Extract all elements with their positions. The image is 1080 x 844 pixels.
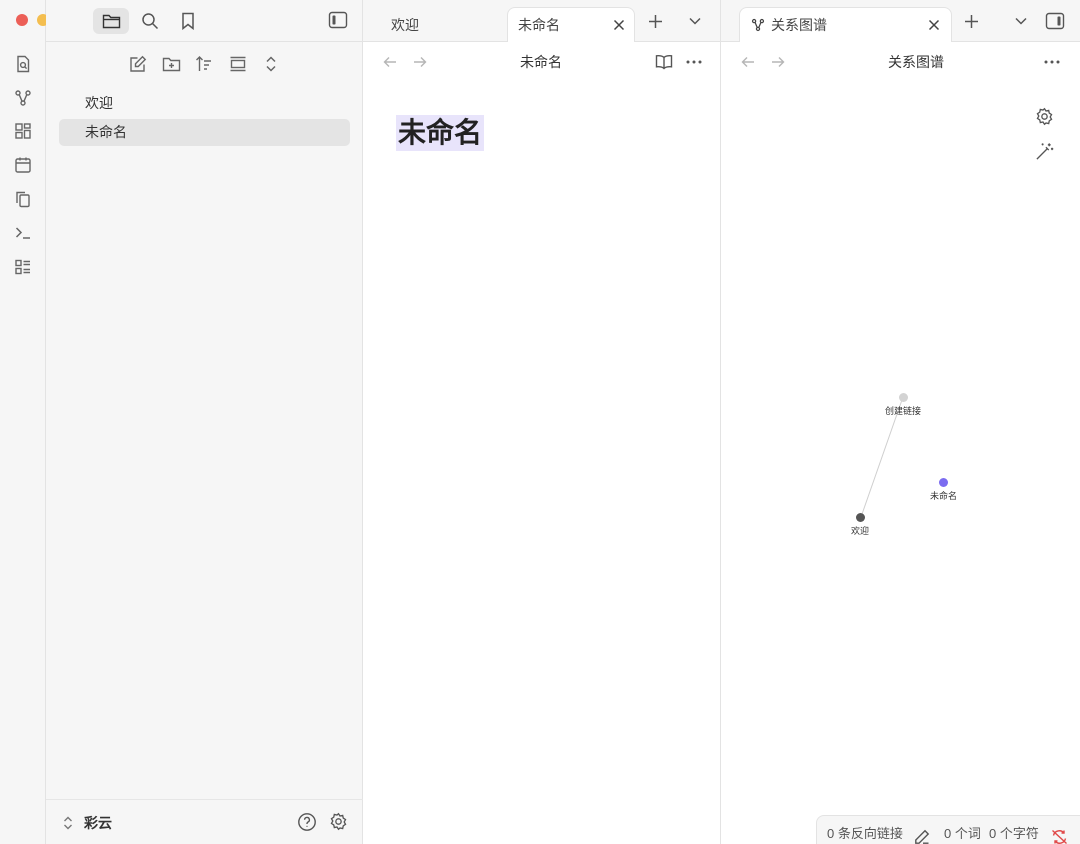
reading-view-button[interactable] — [653, 51, 675, 73]
collapse-button[interactable] — [227, 53, 249, 75]
new-note-button[interactable] — [127, 53, 149, 75]
graph-node-label: 欢迎 — [851, 526, 870, 536]
folder-icon — [102, 13, 121, 30]
graph-node-label: 创建链接 — [885, 406, 922, 416]
tab-list-button[interactable] — [1010, 10, 1032, 32]
plus-icon — [648, 14, 663, 29]
new-tab-button[interactable] — [644, 10, 666, 32]
vault-name: 彩云 — [84, 815, 112, 831]
graph-view-icon — [740, 18, 771, 32]
search-tab-button[interactable] — [132, 8, 168, 34]
file-item-label: 未命名 — [85, 124, 127, 140]
word-count: 0 个词 — [944, 826, 981, 841]
char-count: 0 个字符 — [989, 826, 1039, 841]
sidebar-toggle-icon — [328, 11, 348, 29]
file-item-welcome[interactable]: 欢迎 — [59, 90, 350, 117]
ribbon — [0, 0, 70, 844]
help-icon — [297, 812, 317, 832]
graph-tab-strip: 关系图谱 — [721, 0, 1080, 42]
app-window: 欢迎 未命名 彩云 欢迎 未命名 未命名 未命名 关系图谱 关系图谱 创建链接 … — [0, 0, 1080, 844]
close-icon — [613, 19, 625, 31]
arrow-left-icon — [383, 56, 397, 68]
close-icon — [928, 19, 940, 31]
help-button[interactable] — [297, 812, 317, 832]
tab-untitled[interactable]: 未命名 — [507, 7, 635, 42]
chevron-down-icon — [1014, 16, 1028, 26]
graph-node-label: 未命名 — [930, 491, 958, 501]
book-open-icon — [655, 54, 673, 70]
canvas-icon[interactable] — [12, 120, 34, 142]
close-tab-button[interactable] — [610, 16, 628, 34]
close-window-button[interactable] — [16, 14, 28, 26]
more-options-button[interactable] — [683, 51, 705, 73]
close-tab-button[interactable] — [925, 16, 943, 34]
sidebar-divider — [46, 41, 363, 42]
bookmark-icon — [181, 12, 195, 30]
outline-icon[interactable] — [12, 256, 34, 278]
tab-graph[interactable]: 关系图谱 — [739, 7, 952, 42]
vault-switcher[interactable]: 彩云 — [62, 813, 112, 833]
search-icon — [141, 12, 159, 30]
collapse-icon — [229, 55, 247, 73]
new-folder-icon — [162, 56, 181, 73]
back-button[interactable] — [380, 52, 400, 72]
gear-icon — [329, 812, 348, 831]
expand-collapse-icon — [262, 55, 280, 73]
right-sidebar-toggle-icon — [1045, 12, 1065, 30]
sync-off-icon — [1051, 829, 1068, 844]
more-horizontal-icon — [686, 60, 702, 64]
graph-view-icon[interactable] — [12, 87, 34, 109]
toggle-sidebar-button[interactable] — [328, 11, 348, 29]
new-tab-button[interactable] — [960, 10, 982, 32]
expand-collapse-button[interactable] — [260, 53, 282, 75]
document-heading[interactable]: 未命名 — [396, 115, 485, 151]
graph-node-welcome[interactable] — [856, 513, 865, 522]
sort-icon — [195, 55, 213, 73]
plus-icon — [964, 14, 979, 29]
file-explorer: 欢迎 未命名 彩云 — [46, 0, 363, 844]
files-tab-button[interactable] — [93, 8, 129, 34]
graph-canvas[interactable] — [721, 42, 1080, 802]
tab-welcome[interactable]: 欢迎 — [377, 7, 507, 42]
tab-label: 关系图谱 — [771, 17, 827, 33]
file-item-label: 欢迎 — [85, 95, 113, 111]
toggle-right-sidebar-button[interactable] — [1044, 10, 1066, 32]
arrow-right-icon — [413, 56, 427, 68]
new-note-icon — [129, 55, 147, 73]
templates-icon[interactable] — [12, 188, 34, 210]
status-bar: 0 条反向链接 0 个词 0 个字符 — [816, 815, 1080, 844]
file-item-untitled[interactable]: 未命名 — [59, 119, 350, 146]
tab-label: 未命名 — [518, 17, 560, 33]
tab-label: 欢迎 — [391, 16, 419, 33]
graph-pane: 关系图谱 创建链接 未命名 欢迎 — [721, 42, 1080, 844]
search-in-file-icon[interactable] — [12, 53, 34, 75]
graph-node-untitled[interactable] — [939, 478, 948, 487]
editor-tab-strip: 欢迎 未命名 — [363, 0, 721, 42]
settings-button[interactable] — [329, 812, 348, 831]
graph-node-create-link[interactable] — [899, 393, 908, 402]
forward-button[interactable] — [410, 52, 430, 72]
command-palette-icon[interactable] — [12, 222, 34, 244]
pencil-icon — [914, 829, 930, 844]
new-folder-button[interactable] — [160, 53, 182, 75]
chevron-down-icon — [688, 16, 702, 26]
chevron-up-down-icon — [62, 815, 74, 831]
daily-note-icon[interactable] — [12, 154, 34, 176]
backlinks-count[interactable]: 0 条反向链接 — [827, 823, 903, 842]
view-title: 未命名 — [520, 54, 562, 70]
tab-list-button[interactable] — [684, 10, 706, 32]
editor-pane: 未命名 未命名 — [363, 42, 720, 844]
sort-button[interactable] — [193, 53, 215, 75]
bookmarks-tab-button[interactable] — [170, 8, 206, 34]
vault-bar: 彩云 — [46, 799, 363, 844]
